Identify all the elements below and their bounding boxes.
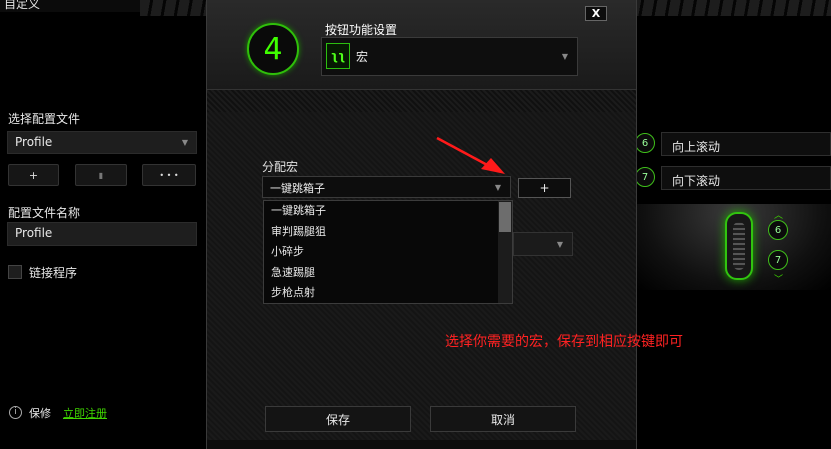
add-profile-button[interactable]: +	[8, 164, 59, 186]
mouse-preview: ︿ 6 7 ﹀	[637, 204, 831, 290]
cancel-button[interactable]: 取消	[430, 406, 576, 432]
save-button[interactable]: 保存	[265, 406, 411, 432]
function-type-value: 宏	[356, 50, 369, 64]
warranty-label: 保修	[29, 407, 51, 420]
chevron-down-icon: ▼	[556, 240, 563, 249]
chevron-down-icon: ▼	[494, 183, 501, 192]
dropdown-scrollbar[interactable]	[498, 201, 512, 303]
button-number-badge: 4	[247, 23, 299, 75]
key-7-function[interactable]: 向下滚动	[661, 166, 831, 190]
add-macro-button[interactable]: +	[518, 178, 571, 198]
profile-name-label: 配置文件名称	[8, 206, 81, 220]
dialog-title: 按钮功能设置	[325, 23, 398, 37]
chevron-down-icon: ▼	[561, 52, 568, 61]
macro-option[interactable]: 小碎步	[264, 242, 497, 263]
close-button[interactable]: X	[585, 6, 607, 21]
red-arrow-annotation	[436, 136, 505, 174]
scrollbar-thumb[interactable]	[499, 202, 511, 232]
profile-panel: 选择配置文件 Profile ▼ + ▮ • • • 配置文件名称 Profil…	[0, 100, 206, 449]
dialog-header: X 4 按钮功能设置 ʅʅ 宏 ▼	[207, 0, 636, 90]
link-program-label: 链接程序	[29, 266, 78, 280]
decorative-stripes	[631, 0, 831, 16]
mouse-key-6-badge[interactable]: 6	[768, 220, 788, 240]
decorative-stripes	[140, 0, 210, 16]
function-type-select[interactable]: ʅʅ 宏 ▼	[321, 37, 578, 76]
macro-option[interactable]: 一键跳箱子	[264, 201, 497, 222]
key-6-function[interactable]: 向上滚动	[661, 132, 831, 156]
link-program-checkbox[interactable]	[8, 265, 22, 279]
profile-name-input[interactable]: Profile	[7, 222, 197, 246]
info-icon: i	[9, 406, 22, 419]
header-divider	[207, 90, 636, 112]
macro-option[interactable]: 审判踢腿狙	[264, 222, 497, 243]
secondary-select[interactable]: ▼	[513, 232, 573, 256]
profile-select[interactable]: Profile ▼	[7, 131, 197, 154]
trash-icon: ▮	[98, 170, 104, 180]
macro-dropdown-list: 一键跳箱子 审判踢腿狙 小碎步 急速踢腿 步枪点射	[263, 200, 513, 304]
annotation-text: 选择你需要的宏，保存到相应按键即可	[445, 334, 683, 350]
assign-macro-label: 分配宏	[262, 160, 299, 174]
button-function-dialog: X 4 按钮功能设置 ʅʅ 宏 ▼ 分配宏 一键跳箱子 ▼ + ▼ 一键跳箱子 …	[206, 0, 683, 449]
more-options-button[interactable]: • • •	[142, 164, 196, 186]
tab-customize[interactable]: 自定义	[4, 0, 40, 12]
profile-select-value: Profile	[15, 135, 53, 149]
key-6-badge: 6	[635, 133, 655, 153]
dialog-footer-strip	[207, 440, 636, 449]
assign-macro-select[interactable]: 一键跳箱子 ▼	[262, 176, 511, 198]
button-mapping-panel: 6 向上滚动 7 向下滚动 ︿ 6 7 ﹀	[635, 100, 831, 449]
select-profile-label: 选择配置文件	[8, 112, 81, 126]
macro-option[interactable]: 急速踢腿	[264, 263, 497, 284]
assign-macro-value: 一键跳箱子	[270, 182, 325, 195]
chevron-down-icon: ▼	[181, 138, 188, 147]
key-7-badge: 7	[635, 167, 655, 187]
delete-profile-button[interactable]: ▮	[75, 164, 127, 186]
register-now-link[interactable]: 立即注册	[63, 405, 107, 421]
macro-option[interactable]: 步枪点射	[264, 283, 497, 303]
ellipsis-icon: • • •	[159, 170, 179, 180]
scroll-wheel-highlight[interactable]	[725, 212, 753, 280]
mouse-key-7-badge[interactable]: 7	[768, 250, 788, 270]
chevron-down-icon: ﹀	[774, 275, 784, 285]
macro-icon: ʅʅ	[326, 43, 350, 69]
